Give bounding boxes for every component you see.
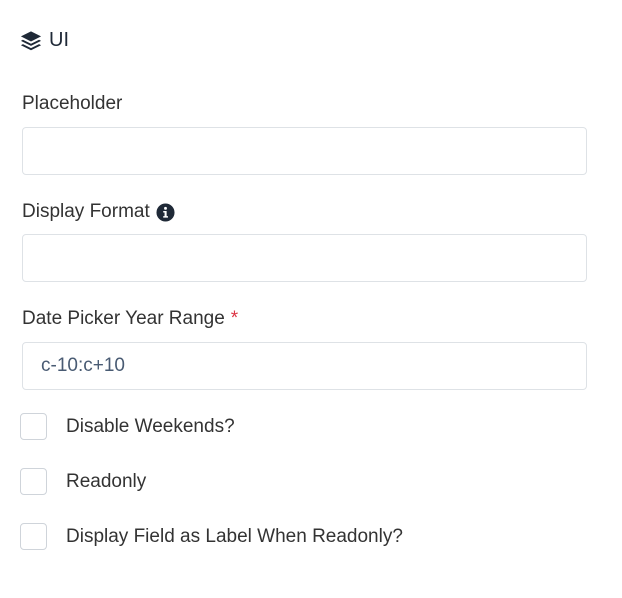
year-range-input[interactable] [22,342,587,390]
readonly-row[interactable]: Readonly [20,468,146,495]
year-range-label: Date Picker Year Range * [22,308,238,330]
readonly-label: Readonly [66,470,147,492]
placeholder-input[interactable] [22,127,587,175]
display-format-label-text: Display Format [22,201,150,222]
placeholder-label: Placeholder [22,93,122,115]
layers-icon [20,30,42,52]
placeholder-label-text: Placeholder [22,93,123,114]
section-title: UI [49,29,69,51]
required-star: * [230,308,239,329]
disable-weekends-checkbox[interactable] [20,413,47,440]
section-header: UI [20,29,69,52]
info-circle-icon[interactable] [156,202,175,222]
disable-weekends-label: Disable Weekends? [66,415,235,437]
year-range-label-text: Date Picker Year Range [22,308,225,329]
ui-settings-panel: UI Placeholder Display Format Date Picke… [0,0,622,598]
display-as-label-label: Display Field as Label When Readonly? [66,525,403,547]
display-format-input[interactable] [22,234,587,282]
readonly-checkbox[interactable] [20,468,47,495]
display-format-label: Display Format [22,201,175,223]
display-as-label-checkbox[interactable] [20,523,47,550]
disable-weekends-row[interactable]: Disable Weekends? [20,413,235,440]
display-as-label-row[interactable]: Display Field as Label When Readonly? [20,523,403,550]
